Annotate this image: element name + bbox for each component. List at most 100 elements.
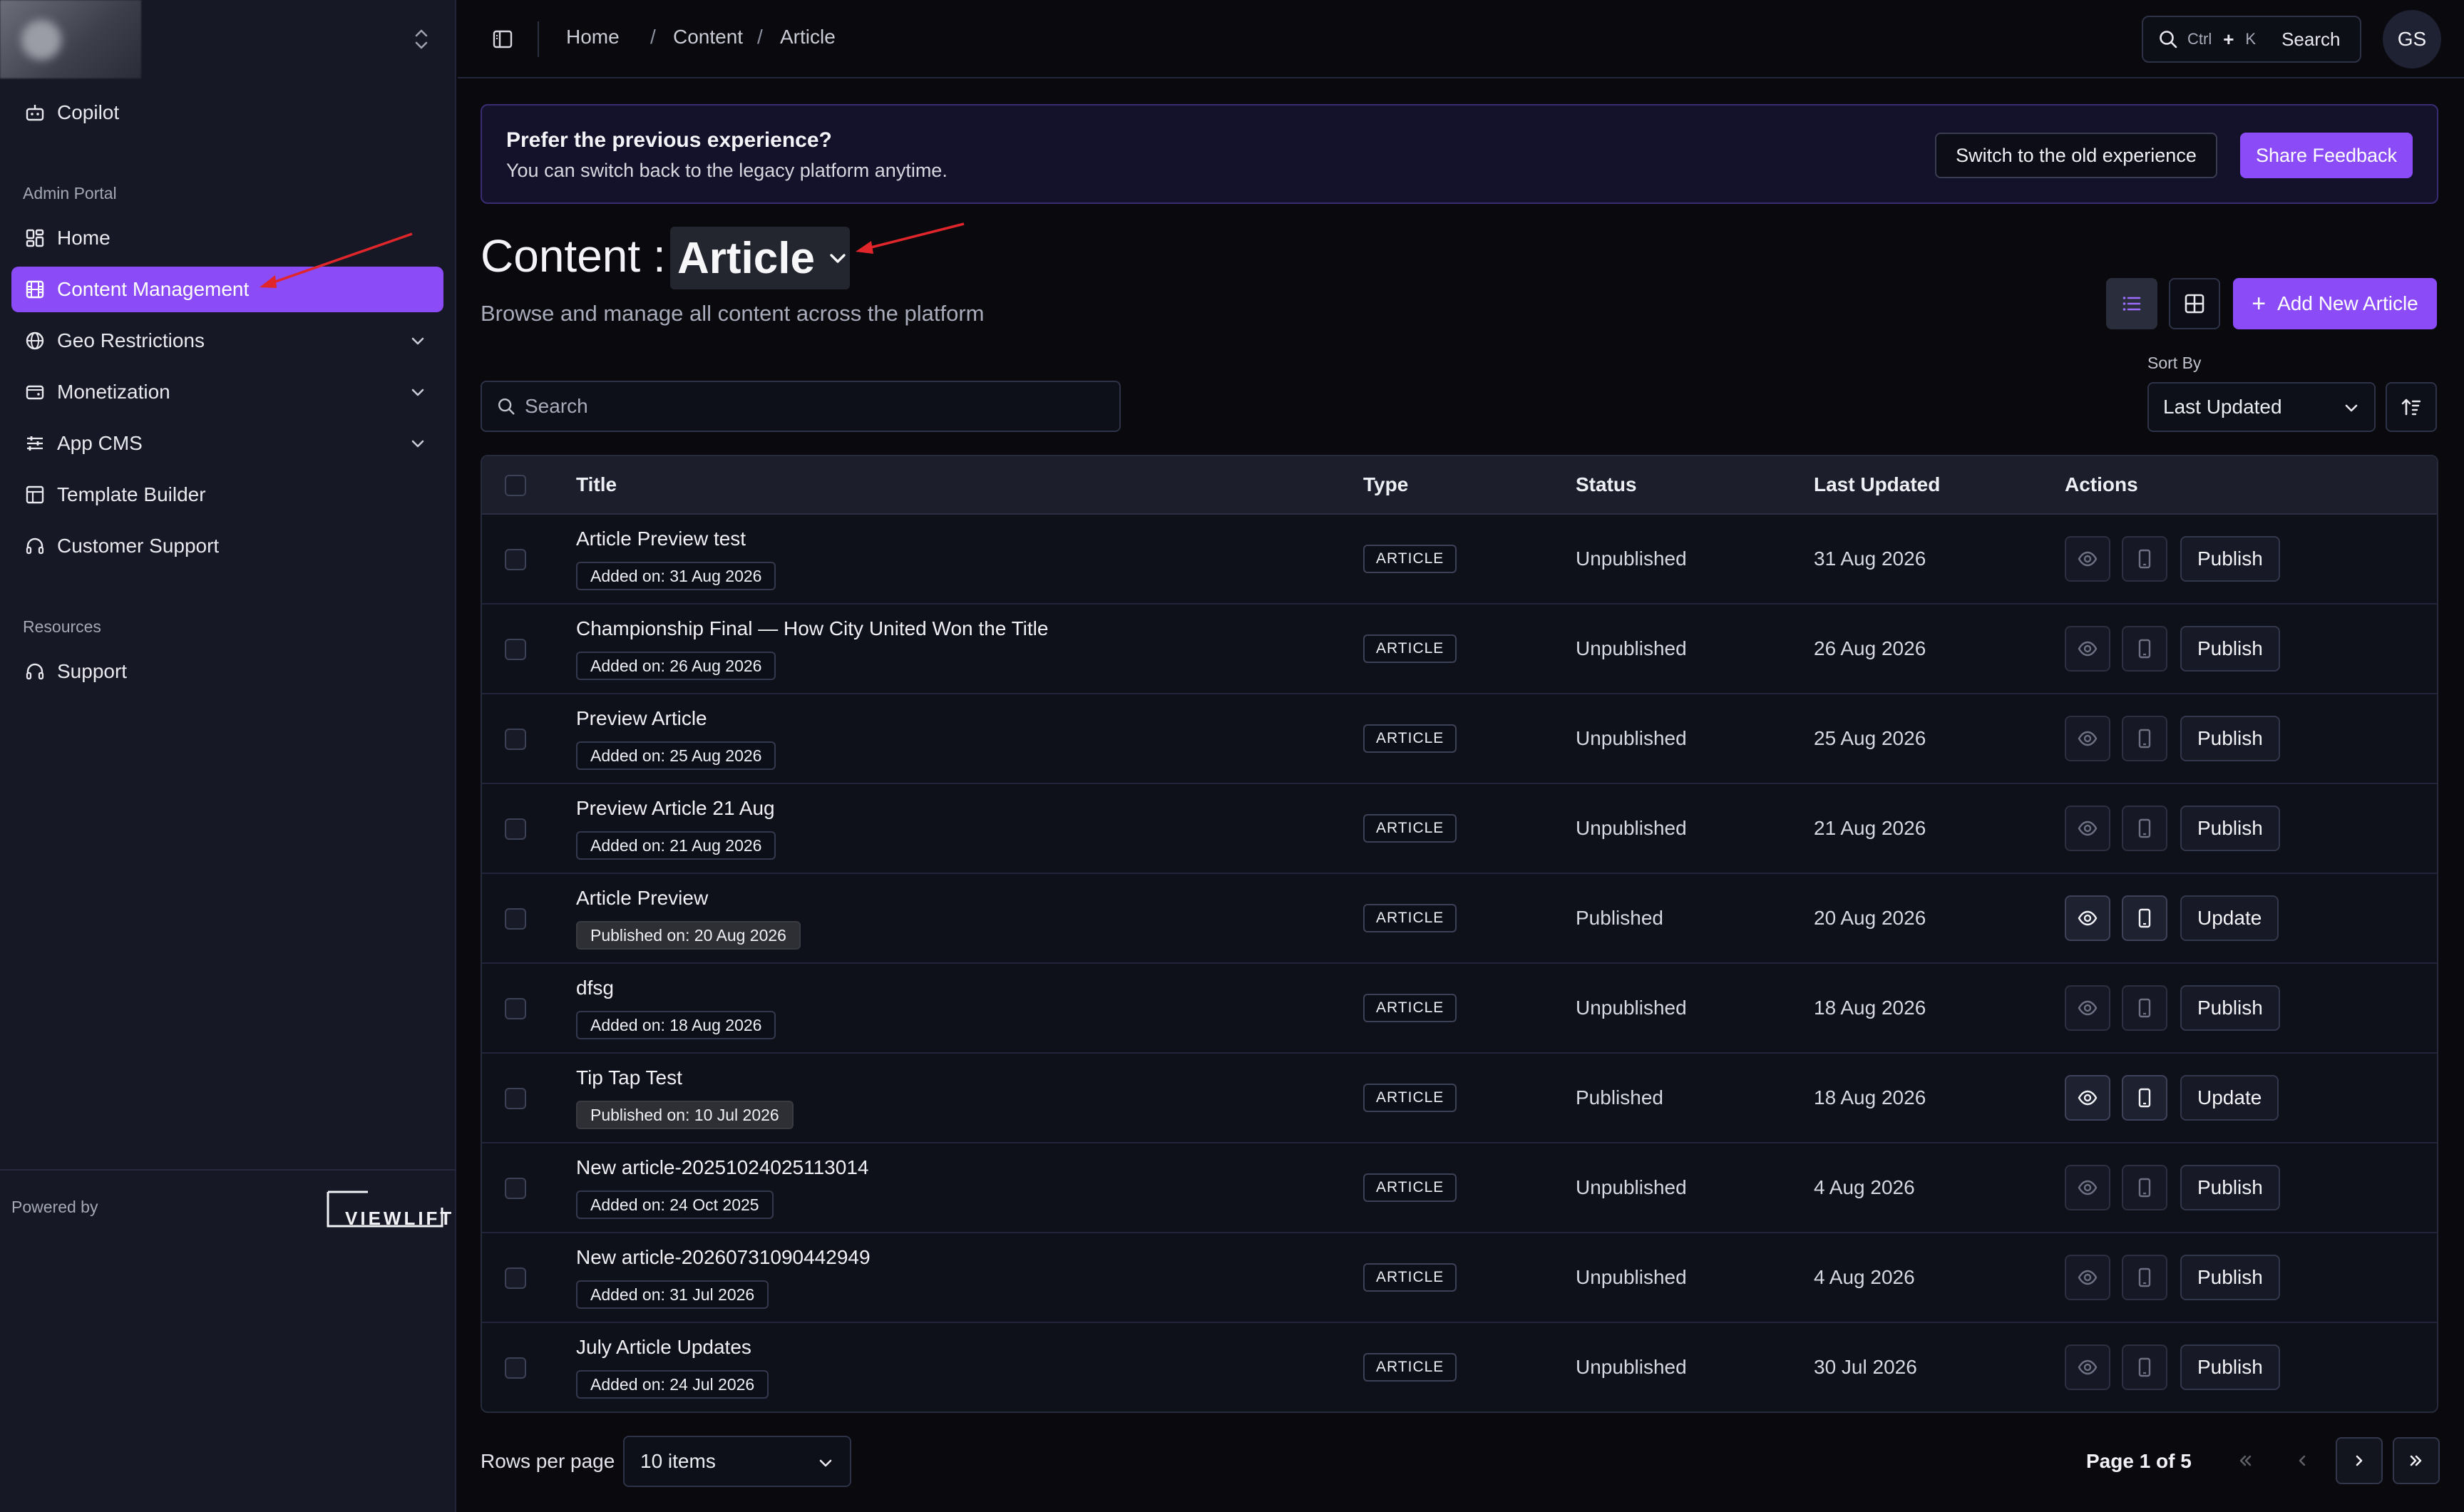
row-action-button[interactable]: Publish <box>2180 1255 2280 1300</box>
preview-button[interactable] <box>2065 1344 2110 1390</box>
search-input[interactable] <box>525 395 1109 418</box>
table-row[interactable]: Preview Article 21 Aug Added on: 21 Aug 2… <box>482 784 2437 874</box>
chevron-down-icon[interactable] <box>408 331 428 351</box>
sidebar-item-geo-restrictions[interactable]: Geo Restrictions <box>11 318 443 364</box>
preview-button[interactable] <box>2065 806 2110 851</box>
table-row[interactable]: Preview Article Added on: 25 Aug 2026 ARTI… <box>482 694 2437 784</box>
sidebar-item-copilot[interactable]: Copilot <box>11 90 443 135</box>
column-title[interactable]: Title <box>576 473 617 496</box>
mobile-preview-button[interactable] <box>2122 1344 2167 1390</box>
column-type[interactable]: Type <box>1363 473 1408 496</box>
row-checkbox[interactable] <box>505 1178 526 1199</box>
preview-button[interactable] <box>2065 536 2110 582</box>
table-row[interactable]: Article Preview Published on: 20 Aug 2026… <box>482 874 2437 964</box>
select-all-checkbox[interactable] <box>505 475 526 496</box>
add-new-article-button[interactable]: + Add New Article <box>2233 278 2437 329</box>
next-page-button[interactable] <box>2336 1437 2383 1484</box>
row-checkbox[interactable] <box>505 1267 526 1289</box>
table-row[interactable]: New article-20260731090442949 Added on: 3… <box>482 1233 2437 1323</box>
row-title[interactable]: July Article Updates <box>576 1336 751 1359</box>
chevron-down-icon[interactable] <box>408 382 428 402</box>
row-action-button[interactable]: Publish <box>2180 1344 2280 1390</box>
row-action-button[interactable]: Publish <box>2180 985 2280 1031</box>
mobile-preview-button[interactable] <box>2122 895 2167 941</box>
row-checkbox[interactable] <box>505 998 526 1019</box>
chevron-down-icon[interactable] <box>408 433 428 453</box>
first-page-button[interactable] <box>2222 1437 2269 1484</box>
row-title[interactable]: Preview Article <box>576 707 707 730</box>
sidebar-item-template-builder[interactable]: Template Builder <box>11 472 443 518</box>
row-action-button[interactable]: Publish <box>2180 1165 2280 1210</box>
mobile-preview-button[interactable] <box>2122 1255 2167 1300</box>
column-status[interactable]: Status <box>1576 473 1637 496</box>
row-checkbox[interactable] <box>505 639 526 660</box>
row-title[interactable]: dfsg <box>576 977 614 999</box>
chevron-up-down-icon[interactable] <box>409 26 433 53</box>
grid-view-button[interactable] <box>2169 278 2220 329</box>
workspace-switcher[interactable] <box>0 0 456 78</box>
share-feedback-button[interactable]: Share Feedback <box>2240 133 2413 178</box>
row-title[interactable]: Preview Article 21 Aug <box>576 797 775 820</box>
mobile-preview-button[interactable] <box>2122 536 2167 582</box>
mobile-preview-button[interactable] <box>2122 1165 2167 1210</box>
sort-direction-button[interactable] <box>2386 382 2437 432</box>
sidebar-toggle-icon[interactable] <box>489 26 516 53</box>
legacy-banner: Prefer the previous experience? You can … <box>481 104 2438 204</box>
row-checkbox[interactable] <box>505 908 526 930</box>
row-checkbox[interactable] <box>505 818 526 840</box>
mobile-preview-button[interactable] <box>2122 1075 2167 1121</box>
sidebar-item-monetization[interactable]: Monetization <box>11 369 443 415</box>
row-title[interactable]: Championship Final — How City United Won… <box>576 617 1048 640</box>
switch-old-experience-button[interactable]: Switch to the old experience <box>1935 133 2217 178</box>
sidebar-item-customer-support[interactable]: Customer Support <box>11 523 443 569</box>
last-page-button[interactable] <box>2393 1437 2440 1484</box>
mobile-preview-button[interactable] <box>2122 716 2167 761</box>
row-action-button[interactable]: Publish <box>2180 626 2280 672</box>
row-title[interactable]: New article-20251024025113014 <box>576 1156 868 1179</box>
breadcrumb-content[interactable]: Content <box>673 26 743 48</box>
table-row[interactable]: Tip Tap Test Published on: 10 Jul 2026 ART… <box>482 1054 2437 1143</box>
row-action-button[interactable]: Update <box>2180 1075 2279 1121</box>
global-search-button[interactable]: Ctrl + K Search <box>2142 16 2361 63</box>
table-row[interactable]: New article-20251024025113014 Added on: 2… <box>482 1143 2437 1233</box>
user-avatar[interactable]: GS <box>2383 10 2441 68</box>
sidebar-item-app-cms[interactable]: App CMS <box>11 421 443 466</box>
row-action-button[interactable]: Publish <box>2180 536 2280 582</box>
row-checkbox[interactable] <box>505 729 526 750</box>
sidebar-item-home[interactable]: Home <box>11 215 443 261</box>
table-row[interactable]: July Article Updates Added on: 24 Jul 202… <box>482 1323 2437 1411</box>
preview-button[interactable] <box>2065 985 2110 1031</box>
table-row[interactable]: Championship Final — How City United Won… <box>482 605 2437 694</box>
preview-button[interactable] <box>2065 626 2110 672</box>
preview-button[interactable] <box>2065 1165 2110 1210</box>
row-action-button[interactable]: Update <box>2180 895 2279 941</box>
row-checkbox[interactable] <box>505 549 526 570</box>
column-last-updated[interactable]: Last Updated <box>1814 473 1940 496</box>
table-row[interactable]: Article Preview test Added on: 31 Aug 202… <box>482 515 2437 605</box>
mobile-preview-button[interactable] <box>2122 626 2167 672</box>
sidebar-item-support[interactable]: Support <box>11 649 443 694</box>
content-search[interactable] <box>481 381 1121 432</box>
sidebar-item-content-management[interactable]: Content Management <box>11 267 443 312</box>
row-action-button[interactable]: Publish <box>2180 806 2280 851</box>
row-title[interactable]: Article Preview test <box>576 528 746 550</box>
mobile-preview-button[interactable] <box>2122 985 2167 1031</box>
preview-button[interactable] <box>2065 716 2110 761</box>
row-action-button[interactable]: Publish <box>2180 716 2280 761</box>
row-title[interactable]: New article-20260731090442949 <box>576 1246 871 1269</box>
row-checkbox[interactable] <box>505 1088 526 1109</box>
table-row[interactable]: dfsg Added on: 18 Aug 2026 ARTICLE Unpublis… <box>482 964 2437 1054</box>
preview-button[interactable] <box>2065 895 2110 941</box>
rows-per-page-select[interactable]: 10 items <box>623 1436 851 1487</box>
sort-by-select[interactable]: Last Updated <box>2147 382 2376 432</box>
row-title[interactable]: Article Preview <box>576 887 708 910</box>
preview-button[interactable] <box>2065 1075 2110 1121</box>
mobile-preview-button[interactable] <box>2122 806 2167 851</box>
previous-page-button[interactable] <box>2279 1437 2326 1484</box>
breadcrumb-home[interactable]: Home <box>566 26 620 48</box>
content-type-select[interactable]: Article <box>670 227 850 289</box>
list-view-button[interactable] <box>2106 278 2157 329</box>
preview-button[interactable] <box>2065 1255 2110 1300</box>
row-checkbox[interactable] <box>505 1357 526 1379</box>
row-title[interactable]: Tip Tap Test <box>576 1066 682 1089</box>
